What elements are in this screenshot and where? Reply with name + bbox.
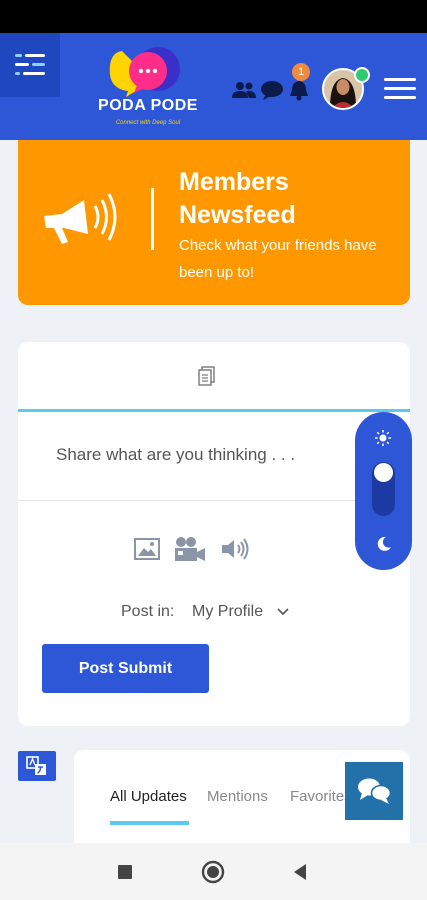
moon-icon[interactable] — [376, 536, 392, 552]
post-submit-button[interactable]: Post Submit — [42, 644, 209, 693]
live-chat-button[interactable] — [345, 762, 403, 820]
composer-divider — [18, 500, 410, 501]
banner-title: Members Newsfeed — [179, 168, 296, 229]
post-in-value: My Profile — [192, 603, 264, 620]
tab-favorites[interactable]: Favorites — [290, 788, 352, 805]
image-upload-icon[interactable] — [134, 538, 160, 560]
side-menu-button[interactable] — [0, 33, 60, 97]
document-icon[interactable] — [198, 366, 216, 386]
app-name: PODA PODE — [98, 97, 198, 114]
sun-icon[interactable] — [375, 430, 391, 446]
theme-toggle[interactable] — [355, 412, 412, 570]
share-thoughts-input[interactable] — [56, 445, 376, 465]
hamburger-menu-icon[interactable] — [384, 78, 416, 100]
megaphone-icon — [44, 193, 117, 244]
video-upload-icon[interactable] — [174, 536, 206, 562]
app-logo[interactable]: PODA PODE Connect with Deep Soul — [92, 45, 204, 131]
sliders-menu-icon — [15, 54, 45, 75]
translate-icon — [26, 756, 46, 775]
app-tagline: Connect with Deep Soul — [115, 120, 181, 126]
status-bar — [0, 0, 427, 33]
tab-all-updates[interactable]: All Updates — [110, 788, 187, 805]
translate-button[interactable] — [18, 751, 56, 781]
media-attachments — [134, 536, 250, 562]
home-icon[interactable] — [201, 860, 225, 884]
composer-accent-line — [18, 409, 410, 412]
theme-switch-knob[interactable] — [374, 463, 393, 482]
app-header: PODA PODE Connect with Deep Soul 1 — [0, 33, 427, 140]
chat-bubbles-logo-icon — [109, 47, 180, 97]
back-icon[interactable] — [292, 863, 308, 881]
notifications-icon[interactable] — [288, 79, 310, 101]
post-in-label: Post in: — [121, 603, 175, 620]
header-actions — [232, 77, 310, 103]
banner-divider — [151, 188, 154, 250]
tab-mentions[interactable]: Mentions — [207, 788, 268, 805]
online-status-icon — [354, 67, 370, 83]
notification-badge: 1 — [292, 63, 310, 81]
messages-icon[interactable] — [260, 80, 284, 100]
active-tab-indicator — [110, 821, 189, 825]
post-composer: Post in: My Profile Post Submit — [18, 342, 410, 726]
post-in-dropdown[interactable]: My Profile — [192, 603, 289, 621]
friends-icon[interactable] — [232, 80, 256, 100]
chat-bubbles-icon — [358, 778, 392, 804]
banner-subtitle: Check what your friends have been up to! — [179, 237, 377, 281]
newsfeed-banner: Members Newsfeed Check what your friends… — [18, 140, 410, 305]
audio-upload-icon[interactable] — [220, 537, 250, 561]
system-navigation-bar — [0, 843, 427, 900]
chevron-down-icon — [277, 608, 289, 616]
recent-apps-icon[interactable] — [117, 864, 133, 880]
